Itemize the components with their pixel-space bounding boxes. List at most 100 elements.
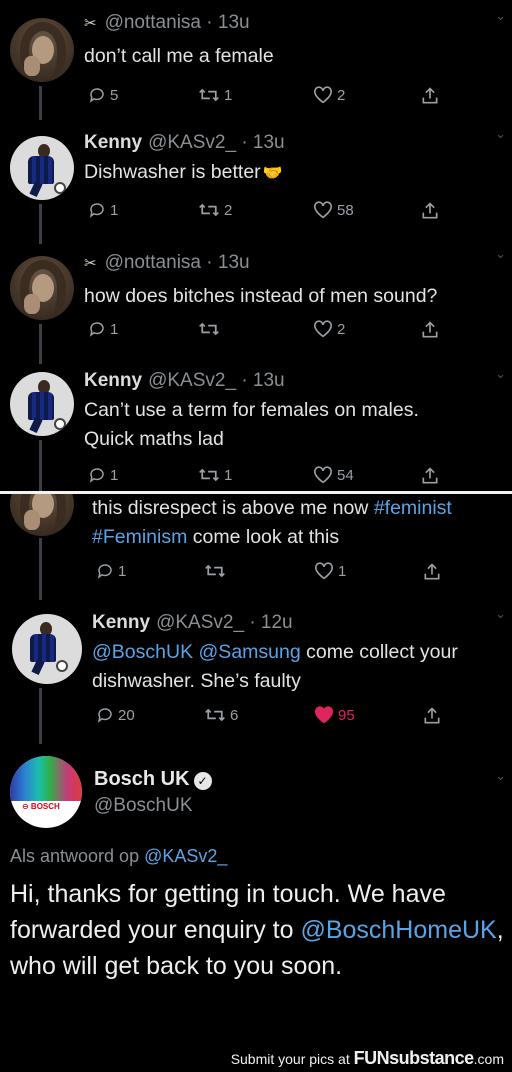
like-button[interactable]: 2 (313, 320, 345, 338)
heart-icon (315, 562, 333, 580)
user-handle[interactable]: @nottanisa (105, 252, 201, 273)
retweet-icon (205, 564, 225, 578)
avatar[interactable] (12, 614, 82, 684)
avatar[interactable] (10, 256, 74, 320)
tweet[interactable]: ✂ @nottanisa · 13u don’t call me a female… (0, 6, 512, 120)
reply-button[interactable]: 1 (88, 201, 118, 219)
avatar[interactable] (10, 136, 74, 200)
mention-link[interactable]: @BoschHomeUK (300, 916, 496, 944)
retweet-count: 1 (224, 86, 233, 104)
tweet-header: Kenny @KASv2_ · 13u (84, 368, 488, 394)
chevron-down-icon[interactable]: ⌄ (495, 246, 506, 262)
like-button[interactable]: 1 (314, 562, 346, 580)
reply-icon (89, 322, 104, 337)
retweet-button[interactable]: 2 (198, 201, 232, 219)
user-name[interactable]: Kenny (84, 370, 142, 391)
retweet-icon (199, 468, 219, 482)
heart-icon (314, 201, 332, 219)
timestamp: · 12u (249, 612, 293, 633)
heart-icon (314, 466, 332, 484)
handshake-emoji: 🤝 (262, 165, 283, 182)
retweet-icon (199, 203, 219, 217)
reply-count: 5 (110, 86, 119, 104)
share-button[interactable] (420, 201, 440, 221)
mention-link[interactable]: @BoschUK (92, 641, 193, 663)
hashtag-link[interactable]: #feminist (374, 497, 452, 519)
tweet-actions: 5 1 2 (88, 86, 448, 110)
thread-line (39, 688, 42, 744)
avatar[interactable] (10, 372, 74, 436)
chevron-down-icon[interactable]: ⌄ (495, 8, 506, 24)
hashtag-link[interactable]: #Feminism (92, 526, 187, 548)
share-button[interactable] (422, 706, 442, 726)
tweet-header: ✂ @nottanisa · 13u (84, 10, 488, 36)
retweet-button[interactable]: 1 (198, 86, 232, 104)
retweet-button[interactable]: 6 (204, 706, 238, 724)
user-handle[interactable]: @KASv2_ (148, 132, 236, 153)
retweet-icon (199, 88, 219, 102)
reply-button[interactable]: 1 (88, 466, 118, 484)
thread-line (39, 86, 42, 120)
reply-context: Als antwoord op @KASv2_ (10, 846, 228, 866)
heart-icon (314, 86, 332, 104)
share-button[interactable] (422, 562, 442, 582)
chevron-down-icon[interactable]: ⌄ (495, 768, 506, 784)
reply-icon (89, 203, 104, 218)
user-handle[interactable]: @KASv2_ (156, 612, 244, 633)
like-button[interactable]: 2 (313, 86, 345, 104)
avatar[interactable] (10, 494, 74, 536)
tweet[interactable]: this disrespect is above me now #feminis… (0, 494, 512, 600)
share-button[interactable] (420, 320, 440, 340)
retweet-icon (199, 322, 219, 336)
mention-link[interactable]: @KASv2_ (144, 846, 227, 866)
like-button[interactable]: 95 (314, 706, 355, 724)
tweet-actions: 1 1 54 (88, 466, 448, 490)
tweet-text: Dishwasher is better 🤝 (84, 161, 283, 183)
user-handle[interactable]: @BoschUK (94, 795, 212, 817)
user-name[interactable]: Kenny (92, 612, 150, 633)
tweet-actions: 1 2 (88, 320, 448, 344)
share-button[interactable] (420, 466, 440, 486)
tweet[interactable]: Kenny @KASv2_ · 12u @BoschUK @Samsung com… (0, 604, 512, 744)
user-handle[interactable]: @nottanisa (105, 12, 201, 33)
retweet-button[interactable]: 1 (198, 466, 232, 484)
user-handle[interactable]: @KASv2_ (148, 370, 236, 391)
chevron-down-icon[interactable]: ⌄ (495, 606, 506, 622)
chevron-down-icon[interactable]: ⌄ (495, 126, 506, 142)
tweet-text: how does bitches instead of men sound? (84, 285, 438, 307)
tweet-text: Hi, thanks for getting in touch. We have… (10, 880, 504, 980)
reply-icon (97, 708, 112, 723)
thread-line (39, 538, 42, 600)
reply-button[interactable]: 1 (88, 320, 118, 338)
like-count: 58 (337, 201, 354, 219)
share-icon (424, 563, 440, 580)
user-name[interactable]: Kenny (84, 132, 142, 153)
avatar[interactable] (10, 18, 74, 82)
tweet[interactable]: Kenny @KASv2_ · 13u Can’t use a term for … (0, 364, 512, 492)
timestamp: · 13u (241, 132, 285, 153)
share-button[interactable] (420, 86, 440, 106)
reply-icon (89, 88, 104, 103)
like-count: 54 (337, 466, 354, 484)
reply-button[interactable]: 20 (96, 706, 135, 724)
tweet[interactable]: ✂ @nottanisa · 13u how does bitches inste… (0, 244, 512, 364)
mention-link[interactable]: @Samsung (199, 641, 301, 663)
like-button[interactable]: 58 (313, 201, 354, 219)
tweet[interactable]: Kenny @KASv2_ · 13u Dishwasher is better 🤝… (0, 124, 512, 244)
chevron-down-icon[interactable]: ⌄ (495, 366, 506, 382)
tweet-text: @BoschUK @Samsung come collect your dish… (92, 641, 458, 692)
reply-button[interactable]: 1 (96, 562, 126, 580)
retweet-button[interactable] (204, 562, 230, 580)
share-icon (422, 321, 438, 338)
user-name[interactable]: Bosch UK (94, 768, 190, 790)
thread-line (39, 204, 42, 244)
like-button[interactable]: 54 (313, 466, 354, 484)
retweet-button[interactable] (198, 320, 224, 338)
reply-button[interactable]: 5 (88, 86, 118, 104)
share-icon (422, 467, 438, 484)
timestamp: · 13u (206, 12, 250, 33)
reply-icon (89, 468, 104, 483)
tweet-text: Can’t use a term for females on males. Q… (84, 399, 419, 450)
timestamp: · 13u (206, 252, 250, 273)
avatar[interactable]: ⊖ BOSCH (10, 756, 82, 828)
